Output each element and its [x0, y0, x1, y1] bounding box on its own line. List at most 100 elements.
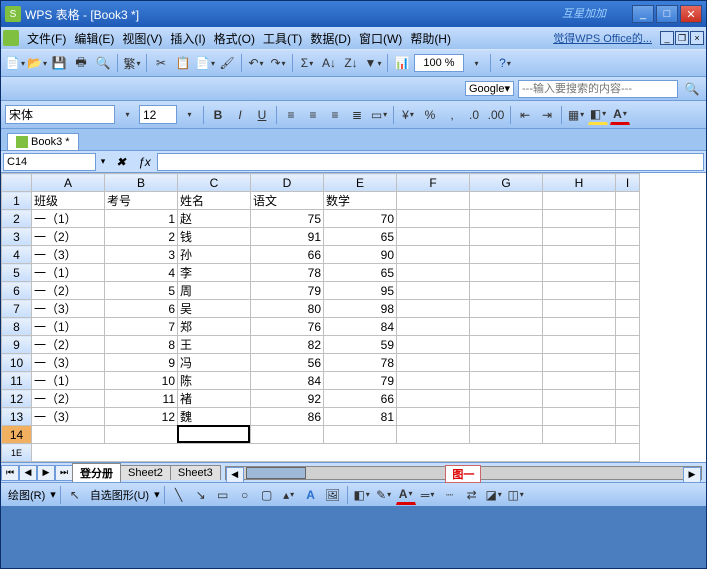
cell[interactable] [470, 246, 543, 264]
cell[interactable] [397, 210, 470, 228]
scroll-thumb[interactable] [246, 467, 306, 479]
cell[interactable] [616, 192, 640, 210]
cell[interactable] [616, 336, 640, 354]
cell[interactable] [397, 426, 470, 444]
cell[interactable] [616, 372, 640, 390]
cell[interactable]: 一（1） [32, 264, 105, 282]
cell[interactable] [397, 354, 470, 372]
cell[interactable]: 魏 [178, 408, 251, 426]
cell[interactable]: 98 [324, 300, 397, 318]
titlebar[interactable]: S WPS 表格 - [Book3 *] 互星加加 _ □ ✕ [1, 1, 706, 27]
cell[interactable]: 郑 [178, 318, 251, 336]
cell[interactable]: 10 [105, 372, 178, 390]
menu-insert[interactable]: 插入(I) [166, 30, 209, 47]
cell[interactable]: 82 [251, 336, 324, 354]
row-header[interactable]: 11 [2, 372, 32, 390]
cell[interactable]: 一（1） [32, 372, 105, 390]
font-color-tool[interactable]: A [396, 485, 416, 505]
cell[interactable]: 79 [251, 282, 324, 300]
row-header[interactable]: 14 [2, 426, 32, 444]
font-size-box[interactable] [139, 105, 177, 124]
sheet-last-button[interactable]: ⏭ [55, 465, 73, 481]
hscrollbar[interactable]: ◀ 图一 ▶ [225, 466, 702, 480]
cell[interactable]: 84 [251, 372, 324, 390]
row-header[interactable]: 10 [2, 354, 32, 372]
cell[interactable]: 4 [105, 264, 178, 282]
dec-indent-button[interactable]: ⇤ [515, 105, 535, 125]
menu-data[interactable]: 数据(D) [306, 30, 355, 47]
cell[interactable] [105, 426, 178, 444]
cell[interactable] [616, 264, 640, 282]
rect-tool[interactable]: ▭ [213, 485, 233, 505]
promo-link[interactable]: 觉得WPS Office的... [553, 30, 656, 46]
print-button[interactable]: 🖶 [71, 53, 91, 73]
row-header[interactable]: 13 [2, 408, 32, 426]
fx-icon[interactable]: ƒx [132, 155, 157, 169]
fill-color-button[interactable]: ◧ [588, 105, 608, 125]
cell[interactable] [543, 282, 616, 300]
cell[interactable]: 9 [105, 354, 178, 372]
font-color-button[interactable]: A [610, 105, 630, 125]
wordart-tool[interactable]: A [301, 485, 321, 505]
bold-button[interactable]: B [208, 105, 228, 125]
doc-restore-button[interactable]: ❐ [675, 31, 689, 45]
col-header[interactable]: G [470, 174, 543, 192]
cell[interactable]: 一（2） [32, 390, 105, 408]
cell[interactable] [616, 390, 640, 408]
menu-help[interactable]: 帮助(H) [406, 30, 455, 47]
cell[interactable]: 一（3） [32, 300, 105, 318]
cell[interactable]: 王 [178, 336, 251, 354]
cell[interactable] [543, 246, 616, 264]
sort-desc-button[interactable]: Z↓ [341, 53, 361, 73]
cell[interactable]: 褚 [178, 390, 251, 408]
menu-tools[interactable]: 工具(T) [259, 30, 306, 47]
preview-button[interactable]: 🔍 [93, 53, 113, 73]
cell[interactable]: 语文 [251, 192, 324, 210]
cell[interactable]: 8 [105, 336, 178, 354]
cell[interactable] [470, 354, 543, 372]
cell[interactable]: 一（3） [32, 408, 105, 426]
autosum-button[interactable]: Σ [297, 53, 317, 73]
cell[interactable] [470, 210, 543, 228]
cell[interactable]: 孙 [178, 246, 251, 264]
font-name-dd[interactable] [117, 105, 137, 125]
col-header[interactable]: B [105, 174, 178, 192]
oval-tool[interactable]: ○ [235, 485, 255, 505]
align-right-button[interactable]: ≡ [325, 105, 345, 125]
cell[interactable]: 78 [251, 264, 324, 282]
cell[interactable] [616, 246, 640, 264]
trad-simp-button[interactable]: 繁 [122, 53, 142, 73]
cell[interactable]: 钱 [178, 228, 251, 246]
select-all-corner[interactable] [2, 174, 32, 192]
cell[interactable]: 一（3） [32, 354, 105, 372]
cell[interactable]: 一（2） [32, 336, 105, 354]
spreadsheet-grid[interactable]: A B C D E F G H I 1 班级 考号 姓名 语文 数学 2 一（1… [1, 173, 640, 462]
cell[interactable] [397, 372, 470, 390]
font-name-box[interactable] [5, 105, 115, 124]
col-header[interactable]: I [616, 174, 640, 192]
new-button[interactable]: 📄 [5, 53, 25, 73]
sort-asc-button[interactable]: A↓ [319, 53, 339, 73]
font-size-dd[interactable] [179, 105, 199, 125]
cell[interactable] [470, 192, 543, 210]
cell[interactable] [32, 426, 105, 444]
cell[interactable]: 81 [324, 408, 397, 426]
cell[interactable] [397, 336, 470, 354]
cell[interactable]: 12 [105, 408, 178, 426]
doc-close-button[interactable]: × [690, 31, 704, 45]
cell[interactable]: 92 [251, 390, 324, 408]
redo-button[interactable]: ↷ [268, 53, 288, 73]
menu-edit[interactable]: 编辑(E) [70, 30, 118, 47]
3d-tool[interactable]: ◫ [506, 485, 526, 505]
cell[interactable]: 3 [105, 246, 178, 264]
cell[interactable]: 一（3） [32, 246, 105, 264]
dec-decimal-button[interactable]: .00 [486, 105, 506, 125]
col-header[interactable]: H [543, 174, 616, 192]
cell[interactable] [397, 282, 470, 300]
cell[interactable]: 66 [251, 246, 324, 264]
copy-button[interactable]: 📋 [173, 53, 193, 73]
select-tool[interactable]: ↖ [65, 485, 85, 505]
cell[interactable]: 91 [251, 228, 324, 246]
cell[interactable]: 7 [105, 318, 178, 336]
menu-window[interactable]: 窗口(W) [355, 30, 406, 47]
